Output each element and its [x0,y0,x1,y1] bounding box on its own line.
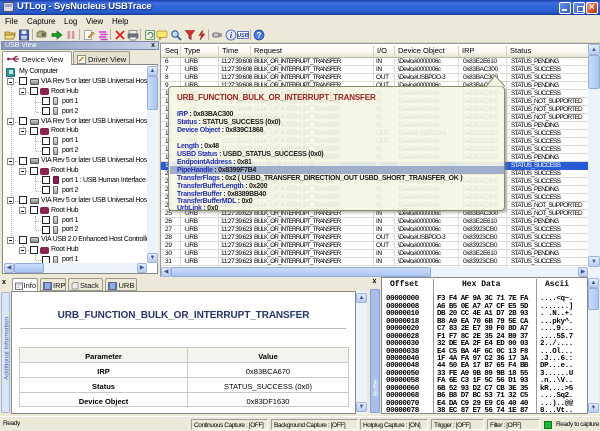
svg-text:?: ? [257,31,262,40]
svg-text:USB: USB [237,33,249,39]
